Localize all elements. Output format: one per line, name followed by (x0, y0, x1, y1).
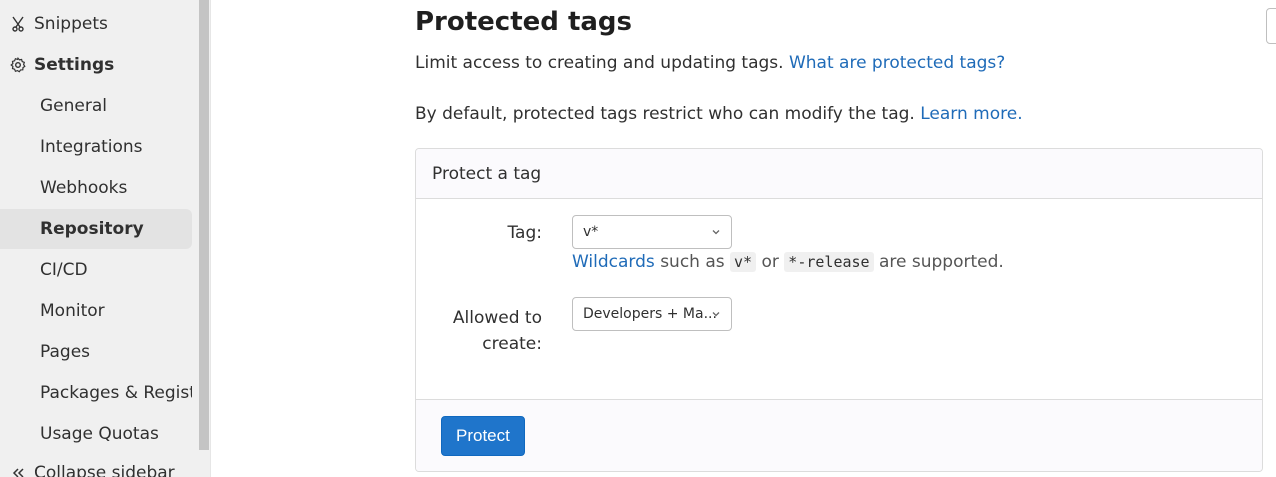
sidebar-item-integrations[interactable]: Integrations (0, 127, 192, 167)
allowed-label-line-2: create: (482, 334, 542, 354)
sidebar-item-settings[interactable]: Settings (8, 45, 198, 85)
sidebar-item-cicd[interactable]: CI/CD (0, 250, 192, 290)
tag-label: Tag: (507, 223, 542, 243)
card-header: Protect a tag (416, 149, 1262, 199)
gear-icon (8, 55, 28, 75)
allowed-select-value: Developers + Ma... (583, 306, 717, 322)
card-footer (416, 399, 1262, 471)
allowed-label-line-1: Allowed to (452, 308, 542, 328)
intro-text: Limit access to creating and updating ta… (415, 53, 784, 73)
help-text-2: or (761, 252, 779, 272)
allowed-to-create-label: Allowed to create: (453, 305, 542, 357)
wildcards-link[interactable]: Wildcards (572, 252, 655, 272)
sidebar-item-label: Snippets (34, 14, 108, 34)
sidebar-item-webhooks[interactable]: Webhooks (0, 168, 192, 208)
sidebar-item-packages-registries[interactable]: Packages & Registries (0, 373, 192, 413)
help-code-release: *-release (784, 252, 874, 272)
double-chevron-left-icon (8, 463, 28, 477)
allowed-to-create-select[interactable]: Developers + Ma... (572, 297, 732, 331)
chevron-down-icon (712, 312, 720, 317)
sidebar-item-general[interactable]: General (0, 86, 192, 126)
wildcards-help: Wildcards such as v* or *-release are su… (572, 252, 1004, 272)
what-are-protected-tags-link[interactable]: What are protected tags? (789, 53, 1005, 73)
scissors-icon (8, 14, 28, 34)
protect-button[interactable]: Protect (441, 416, 525, 456)
default-text: By default, protected tags restrict who … (415, 104, 915, 124)
default-paragraph: By default, protected tags restrict who … (415, 104, 1023, 124)
sidebar-item-repository[interactable]: Repository (0, 209, 192, 249)
sidebar: Snippets Settings General Integrations W… (0, 0, 211, 477)
sidebar-item-pages[interactable]: Pages (0, 332, 192, 372)
tag-select[interactable]: v* (572, 215, 732, 249)
help-text-3: are supported. (878, 252, 1004, 272)
clipped-button[interactable] (1266, 8, 1276, 44)
sidebar-item-label: Settings (34, 55, 115, 75)
intro-paragraph: Limit access to creating and updating ta… (415, 53, 1005, 73)
sidebar-item-snippets[interactable]: Snippets (8, 4, 198, 44)
sidebar-scrollbar[interactable] (199, 0, 209, 450)
sidebar-item-monitor[interactable]: Monitor (0, 291, 192, 331)
help-code-v: v* (730, 252, 757, 272)
collapse-sidebar-label: Collapse sidebar (34, 463, 175, 477)
help-text-1: such as (660, 252, 725, 272)
tag-select-value: v* (583, 224, 599, 240)
learn-more-link[interactable]: Learn more. (920, 104, 1022, 124)
page-title: Protected tags (415, 7, 633, 37)
sidebar-item-usage-quotas[interactable]: Usage Quotas (0, 414, 192, 454)
collapse-sidebar-button[interactable]: Collapse sidebar (8, 458, 198, 477)
chevron-down-icon (712, 230, 720, 235)
protect-tag-card: Protect a tag Tag: v* Wildcards such as … (415, 148, 1263, 472)
